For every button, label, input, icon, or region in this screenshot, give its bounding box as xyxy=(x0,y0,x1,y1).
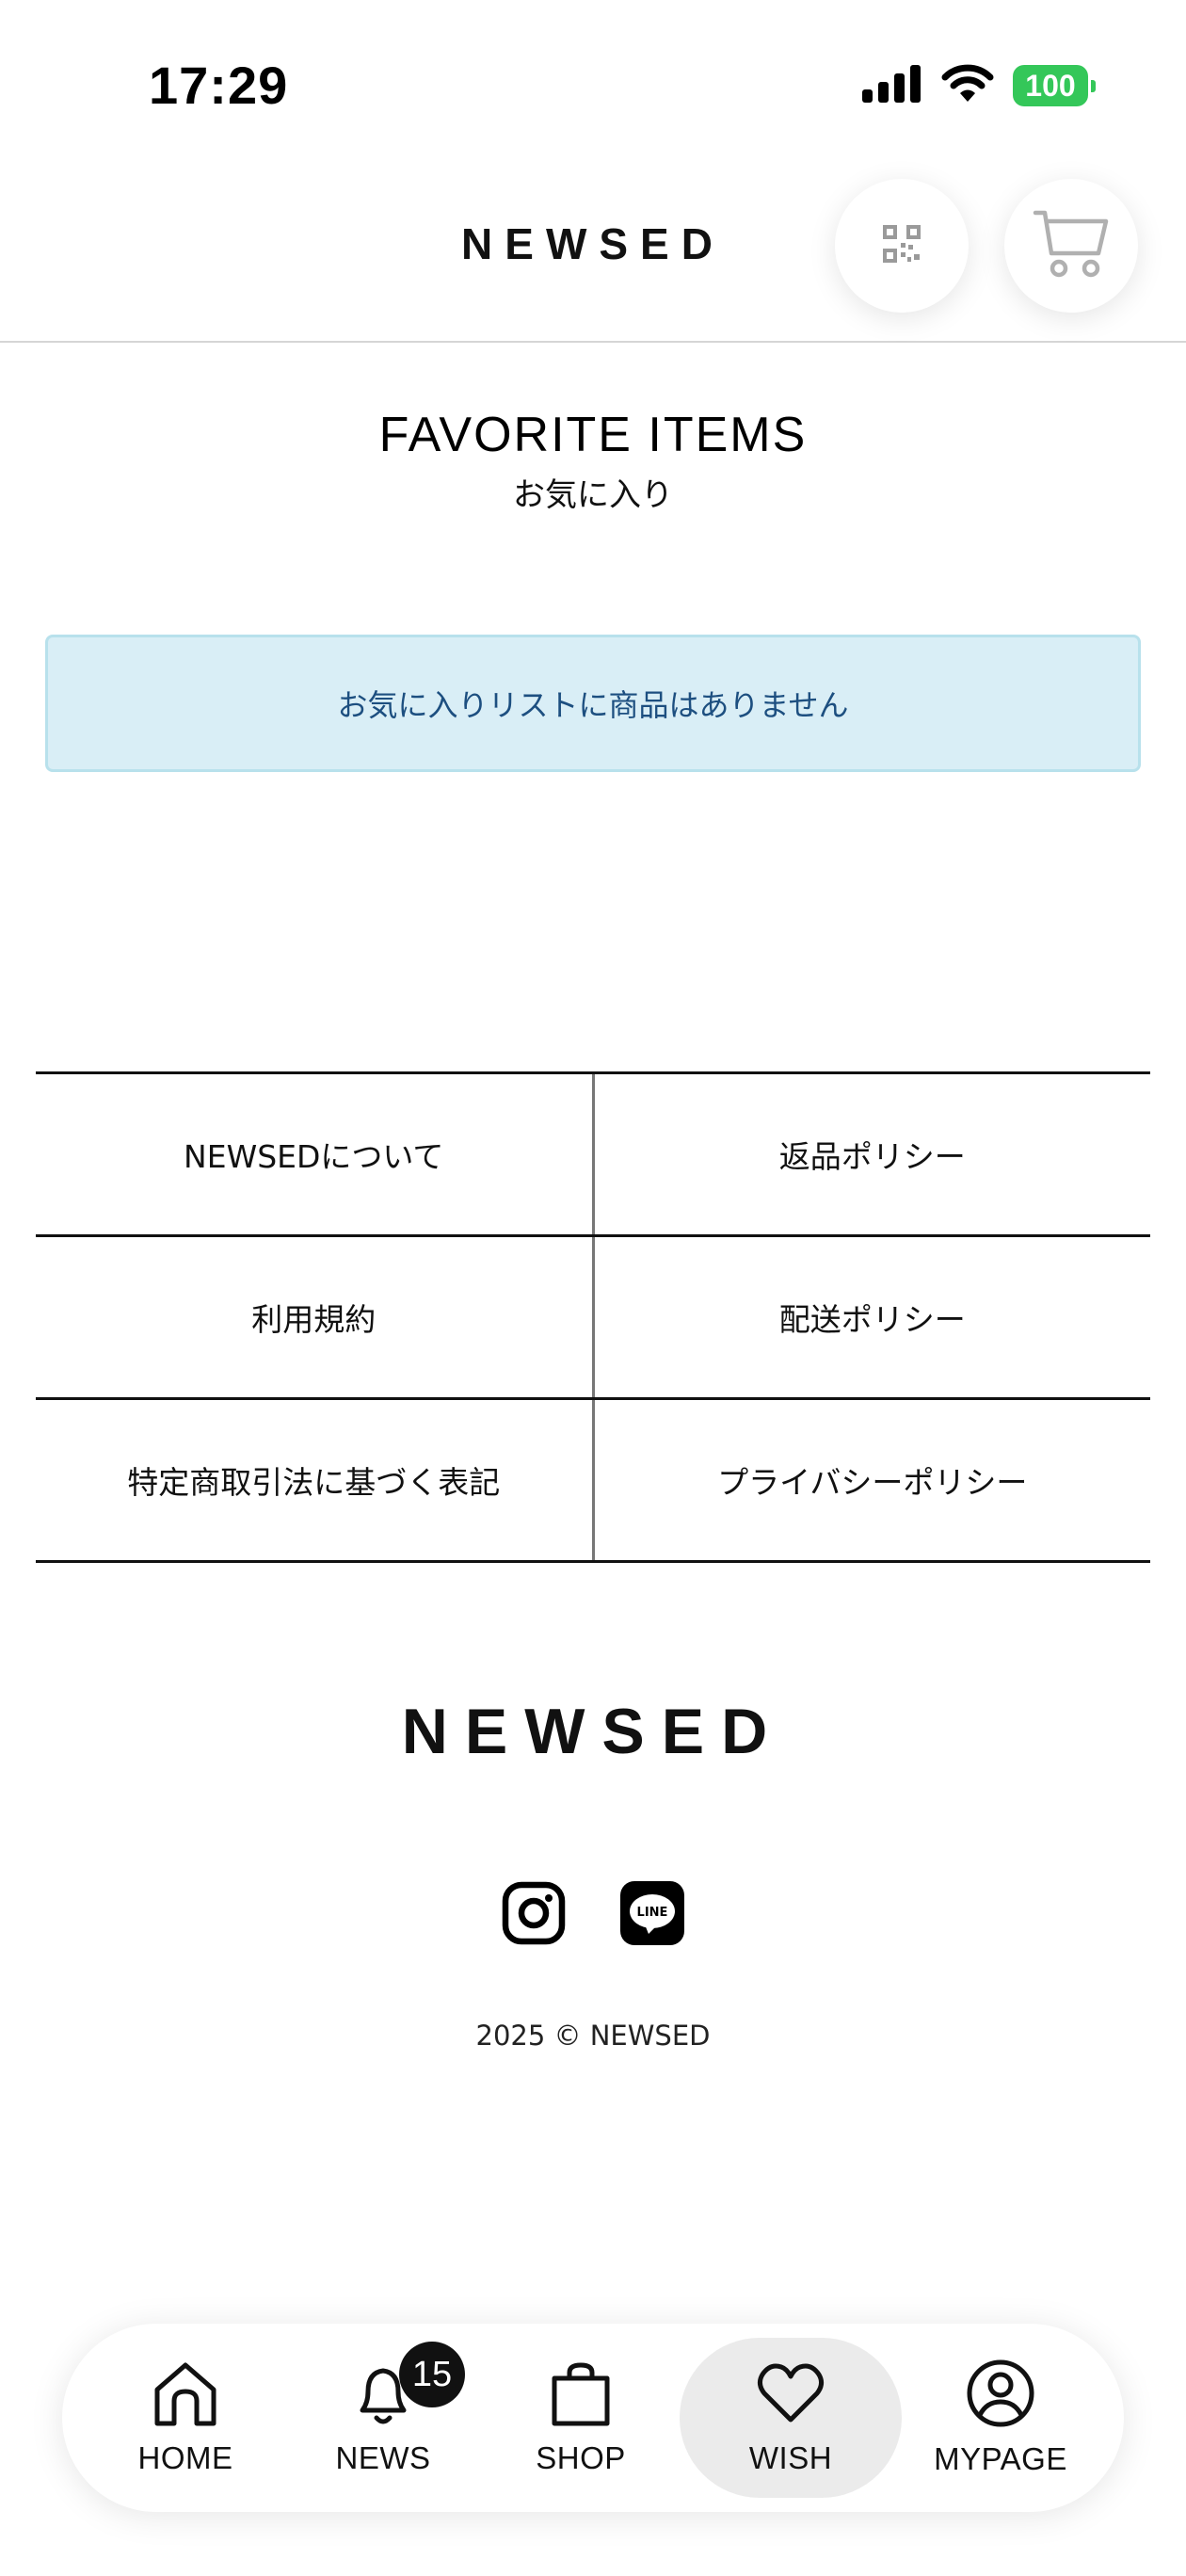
news-count-badge: 15 xyxy=(399,2342,465,2407)
battery-indicator: 100 xyxy=(1013,65,1096,106)
footer-links: NEWSEDについて 返品ポリシー 利用規約 配送ポリシー 特定商取引法に基づく… xyxy=(36,1071,1150,1563)
tab-news-label: NEWS xyxy=(335,2440,431,2475)
copyright: 2025 © NEWSED xyxy=(475,2020,711,2052)
footer-link-about[interactable]: NEWSEDについて xyxy=(36,1074,595,1234)
footer-logo: NEWSED xyxy=(401,1696,785,1767)
page-title: FAVORITE ITEMS xyxy=(378,408,808,462)
bottom-tab-bar: HOME 15 NEWS SHOP WISH MYPAGE xyxy=(62,2324,1124,2512)
tab-home-label: HOME xyxy=(137,2440,233,2475)
user-icon xyxy=(966,2359,1035,2432)
shopping-bag-icon xyxy=(547,2359,615,2431)
tab-shop-label: SHOP xyxy=(536,2440,626,2475)
footer-link-return-policy[interactable]: 返品ポリシー xyxy=(595,1074,1151,1234)
footer-link-row: 特定商取引法に基づく表記 プライバシーポリシー xyxy=(36,1400,1150,1563)
footer-link-terms[interactable]: 利用規約 xyxy=(36,1237,595,1397)
favorites-screen: 17:29 100 NEWSED FAVORITE ITEMS お気に入り お気… xyxy=(0,0,1186,2576)
status-indicators: 100 xyxy=(862,64,1096,107)
page-subtitle: お気に入り xyxy=(513,476,673,514)
tab-news[interactable]: 15 NEWS xyxy=(284,2338,482,2498)
cellular-signal-icon xyxy=(862,65,922,106)
wifi-icon xyxy=(941,64,994,107)
cart-button[interactable] xyxy=(1004,179,1138,313)
cart-icon xyxy=(1033,208,1110,283)
footer-link-shipping-policy[interactable]: 配送ポリシー xyxy=(595,1237,1151,1397)
tab-mypage-label: MYPAGE xyxy=(934,2441,1067,2476)
footer-link-row: NEWSEDについて 返品ポリシー xyxy=(36,1074,1150,1237)
social-links: LINE xyxy=(0,1881,1186,1949)
footer-link-row: 利用規約 配送ポリシー xyxy=(36,1237,1150,1400)
tab-mypage[interactable]: MYPAGE xyxy=(902,2338,1099,2498)
app-header: NEWSED xyxy=(0,169,1186,343)
tab-shop[interactable]: SHOP xyxy=(482,2338,680,2498)
tab-wish-label: WISH xyxy=(748,2440,833,2475)
footer-link-privacy-policy[interactable]: プライバシーポリシー xyxy=(595,1400,1151,1560)
qr-code-button[interactable] xyxy=(835,179,969,313)
tab-wish[interactable]: WISH xyxy=(680,2338,902,2498)
home-icon xyxy=(152,2359,219,2431)
instagram-icon[interactable] xyxy=(502,1881,566,1949)
qr-code-icon xyxy=(883,225,921,266)
empty-wishlist-notice: お気に入りリストに商品はありません xyxy=(45,635,1141,772)
line-icon[interactable]: LINE xyxy=(620,1881,684,1949)
footer-link-commercial-law[interactable]: 特定商取引法に基づく表記 xyxy=(36,1400,595,1560)
heart-icon xyxy=(755,2359,826,2431)
tab-home[interactable]: HOME xyxy=(87,2338,284,2498)
status-time: 17:29 xyxy=(149,56,289,115)
line-icon-text: LINE xyxy=(637,1906,668,1920)
empty-wishlist-message: お気に入りリストに商品はありません xyxy=(337,687,849,723)
